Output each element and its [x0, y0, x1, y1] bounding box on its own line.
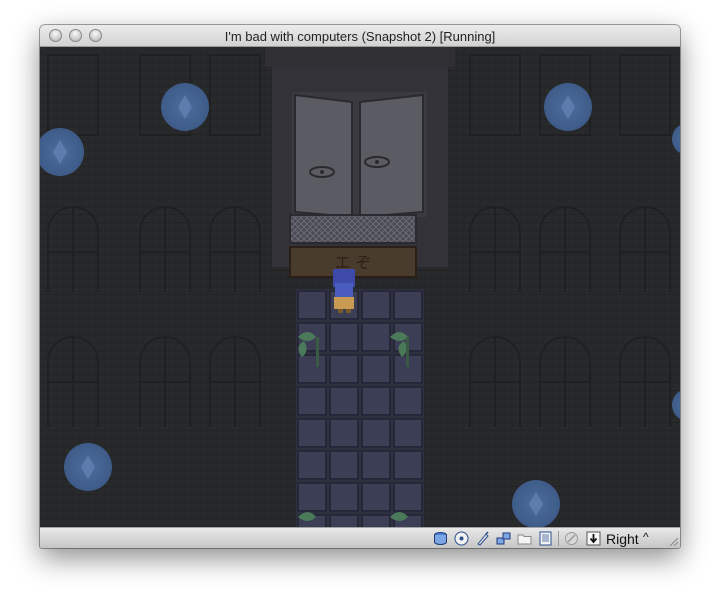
mouse-integration-icon[interactable] — [564, 531, 579, 546]
usb-icon[interactable] — [475, 531, 490, 546]
walkway-tile — [297, 290, 327, 320]
host-key-label[interactable]: Right — [606, 531, 639, 547]
hard-disk-icon[interactable] — [433, 531, 448, 546]
mesh-fence — [289, 214, 417, 244]
game-screen[interactable]: エ ぞ — [40, 47, 680, 527]
walkway-tile — [297, 418, 327, 448]
right-door[interactable] — [359, 93, 424, 219]
walkway-tile — [393, 418, 423, 448]
roof-ledge — [265, 47, 455, 67]
player-character[interactable] — [333, 269, 355, 313]
walkway-tile — [361, 482, 391, 512]
left-door[interactable] — [294, 93, 353, 219]
walkway-tile — [393, 290, 423, 320]
walkway-tile — [329, 386, 359, 416]
walkway-tile — [297, 386, 327, 416]
walkway-tile — [361, 290, 391, 320]
walkway-tile — [297, 482, 327, 512]
walkway-tile — [361, 418, 391, 448]
walkway-tile — [329, 322, 359, 352]
title-bar[interactable]: I'm bad with computers (Snapshot 2) [Run… — [40, 25, 680, 47]
host-key-caret[interactable]: ^ — [643, 530, 649, 544]
shared-folder-icon[interactable] — [517, 531, 532, 546]
statusbar-divider — [558, 531, 559, 546]
walkway-tile — [297, 354, 327, 384]
walkway-tile — [361, 322, 391, 352]
resize-grip-icon[interactable] — [667, 535, 679, 547]
walkway-tile — [393, 450, 423, 480]
walkway-tile — [329, 514, 359, 527]
walkway-tile — [361, 354, 391, 384]
walkway-tile — [297, 450, 327, 480]
walkway — [296, 289, 424, 527]
walkway-tile — [393, 386, 423, 416]
walkway-tile — [329, 354, 359, 384]
walkway-tile — [329, 450, 359, 480]
network-icon[interactable] — [496, 531, 511, 546]
walkway-tile — [329, 418, 359, 448]
host-key-arrow-icon[interactable] — [586, 531, 601, 546]
walkway-tile — [361, 514, 391, 527]
walkway-tile — [361, 450, 391, 480]
status-bar: Right ^ — [40, 527, 680, 548]
window-title: I'm bad with computers (Snapshot 2) [Run… — [224, 29, 496, 44]
walkway-tile — [329, 482, 359, 512]
optical-drive-icon[interactable] — [454, 531, 469, 546]
vm-window: I'm bad with computers (Snapshot 2) [Run… — [40, 25, 680, 548]
display-icon[interactable] — [538, 531, 553, 546]
walkway-tile — [361, 386, 391, 416]
walkway-tile — [393, 482, 423, 512]
